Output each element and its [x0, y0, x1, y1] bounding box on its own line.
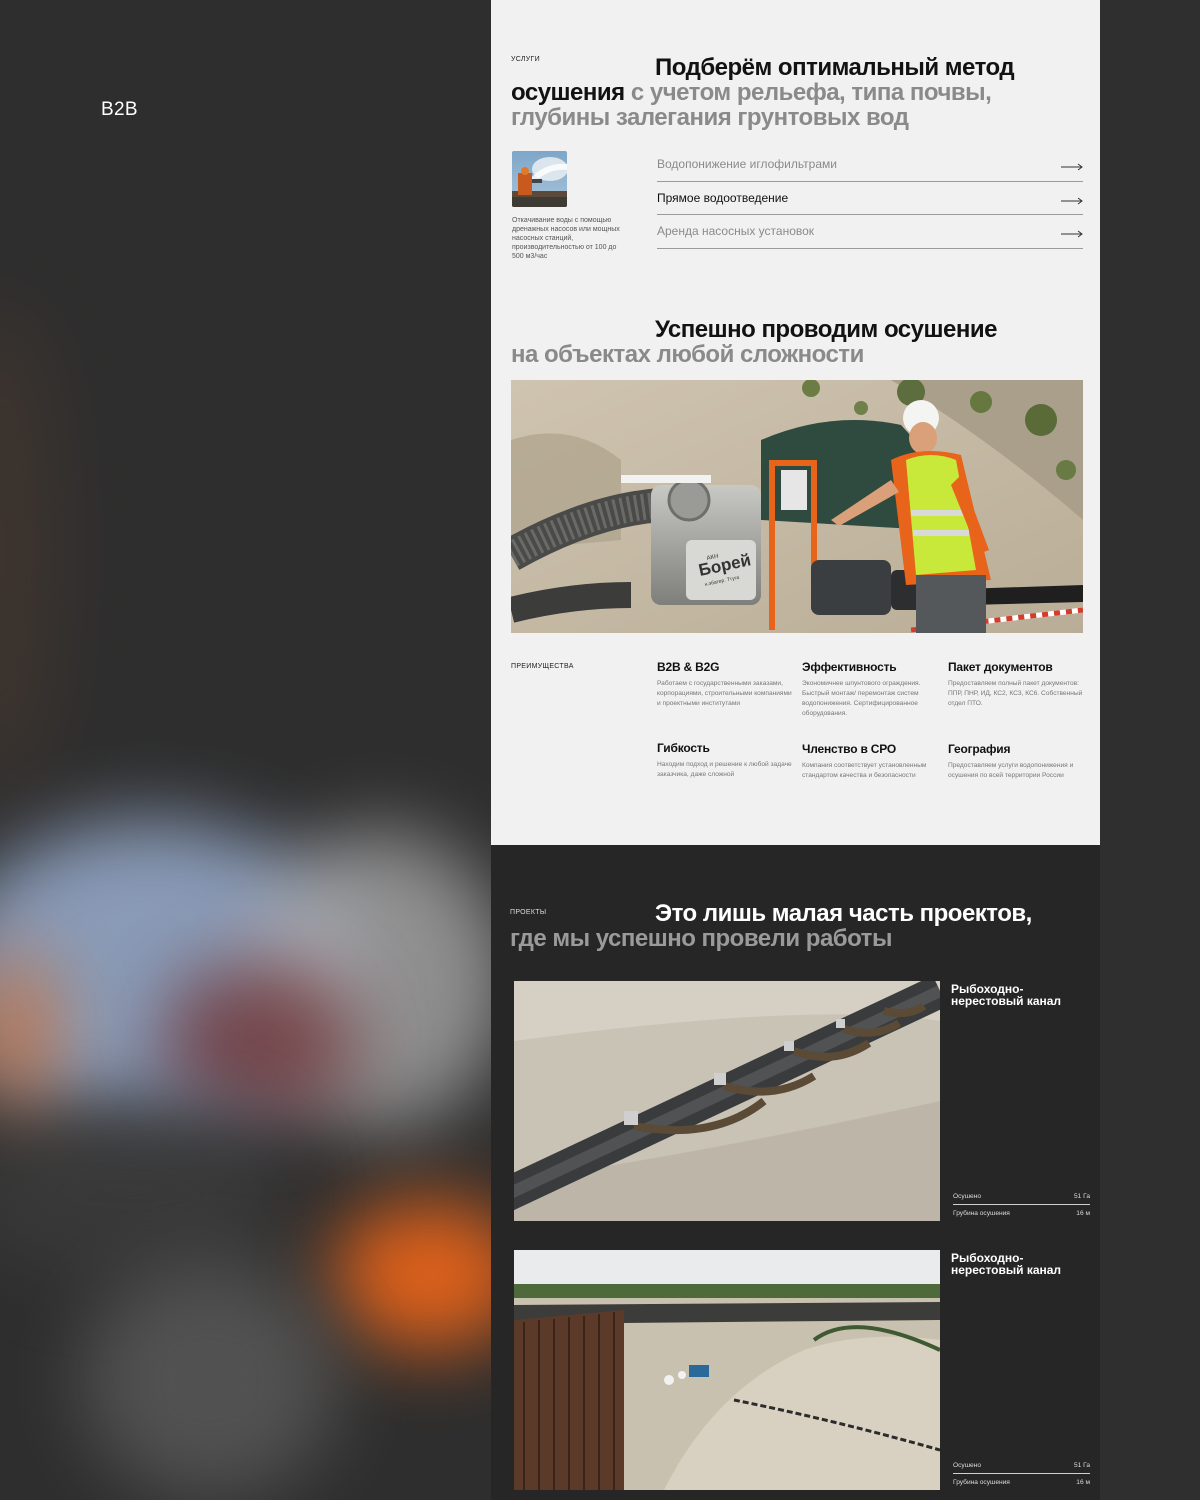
stat-value: 51 Га — [1073, 1462, 1090, 1469]
projects-title-dark: Это лишь малая часть проектов, — [655, 900, 1032, 927]
advantage-text: Предоставляем полный пакет документов: П… — [948, 680, 1083, 707]
stat-label: Грубина осушения — [953, 1478, 1010, 1486]
brand-label: B2B — [101, 99, 138, 120]
services-list: Водопонижение иглофильтрами Прямое водоо… — [657, 148, 1083, 249]
advantage-text: Предоставляем услуги водопонижения и осу… — [948, 762, 1074, 779]
service-thumbnail-image — [512, 151, 567, 207]
project-photo-pipeline — [514, 981, 940, 1221]
service-item-pump-rental[interactable]: Аренда насосных установок — [657, 215, 1083, 249]
stage: B2B услуги Подберём оптимальный метод ос… — [0, 0, 1200, 1500]
projects-section: проекты Это лишь малая часть проектов, гд… — [491, 845, 1100, 1500]
advantage-documents: Пакет документов Предоставляем полный па… — [948, 660, 1083, 709]
service-item-label: Водопонижение иглофильтрами — [657, 157, 837, 172]
project-card[interactable]: Рыбоходно-нерестовый канал Осушено 51 Га … — [514, 1250, 1092, 1490]
advantage-text: Компания соответствует установленным ста… — [802, 762, 927, 779]
project-stats: Осушено 51 Га Грубина осушения 16 м — [953, 1189, 1090, 1221]
advantage-text: Работаем с государственными заказами, ко… — [657, 680, 792, 707]
services-title: Подберём оптимальный метод осушения с уч… — [511, 55, 1071, 130]
right-backdrop — [1100, 0, 1200, 1500]
project-name: Рыбоходно-нерестовый канал — [951, 1251, 1062, 1277]
advantage-title: Эффективность — [802, 660, 897, 674]
landing-page: услуги Подберём оптимальный метод осушен… — [491, 0, 1100, 1500]
advantage-b2b: B2B & B2G Работаем с государственными за… — [657, 660, 792, 709]
hero-pump-photo: Борей АКН н.эбатер. Ттуга — [511, 380, 1083, 633]
stat-value: 16 м — [1076, 1478, 1090, 1486]
service-item-label: Прямое водоотведение — [657, 190, 789, 205]
advantage-geography: География Предоставляем услуги водопониж… — [948, 742, 1083, 781]
stat-label: Грубина осушения — [953, 1209, 1010, 1217]
advantage-title: Пакет документов — [948, 660, 1053, 674]
success-title-dark: Успешно проводим осушение — [655, 316, 997, 343]
advantage-sro: Членство в СРО Компания соответствует ус… — [802, 742, 937, 781]
advantage-flexibility: Гибкость Находим подход и решение к любо… — [657, 741, 792, 780]
service-item-label: Аренда насосных установок — [657, 224, 815, 239]
project-card[interactable]: Рыбоходно-нерестовый канал Осушено 51 Га … — [514, 981, 1092, 1221]
advantage-text: Находим подход и решение к любой задаче … — [657, 761, 792, 778]
advantage-title: Членство в СРО — [802, 742, 897, 756]
service-description: Откачивание воды с помощью дренажных нас… — [512, 217, 620, 260]
service-item-needle-filters[interactable]: Водопонижение иглофильтрами — [657, 148, 1083, 182]
project-name: Рыбоходно-нерестовый канал — [951, 982, 1062, 1008]
arrow-right-icon — [1061, 160, 1083, 171]
advantage-efficiency: Эффективность Экономичнее шпунтового огр… — [802, 660, 937, 719]
advantage-title: Гибкость — [657, 741, 710, 755]
service-item-direct-drainage[interactable]: Прямое водоотведение — [657, 182, 1083, 215]
success-title: Успешно проводим осушение на объектах люб… — [511, 317, 1071, 367]
advantages-tag: преимущества — [511, 663, 574, 670]
projects-title: Это лишь малая часть проектов, где мы усп… — [510, 901, 1080, 951]
advantage-title: География — [948, 742, 1011, 756]
arrow-right-icon — [1061, 194, 1083, 205]
project-photo-canal — [514, 1250, 940, 1490]
stat-value: 51 Га — [1073, 1193, 1090, 1200]
stat-label: Осушено — [953, 1193, 981, 1200]
advantage-text: Экономичнее шпунтового ограждения. Быстр… — [802, 680, 921, 717]
success-title-grey: на объектах любой сложности — [511, 341, 864, 368]
blurred-backdrop — [0, 0, 492, 1500]
stat-value: 16 м — [1076, 1209, 1090, 1217]
stat-drained: Осушено 51 Га — [953, 1458, 1090, 1474]
stat-drained: Осушено 51 Га — [953, 1189, 1090, 1205]
advantage-title: B2B & B2G — [657, 660, 720, 674]
arrow-right-icon — [1061, 227, 1083, 238]
project-stats: Осушено 51 Га Грубина осушения 16 м — [953, 1458, 1090, 1490]
stat-label: Осушено — [953, 1462, 981, 1469]
projects-title-grey: где мы успешно провели работы — [510, 925, 892, 952]
stat-depth: Грубина осушения 16 м — [953, 1205, 1090, 1221]
stat-depth: Грубина осушения 16 м — [953, 1474, 1090, 1490]
